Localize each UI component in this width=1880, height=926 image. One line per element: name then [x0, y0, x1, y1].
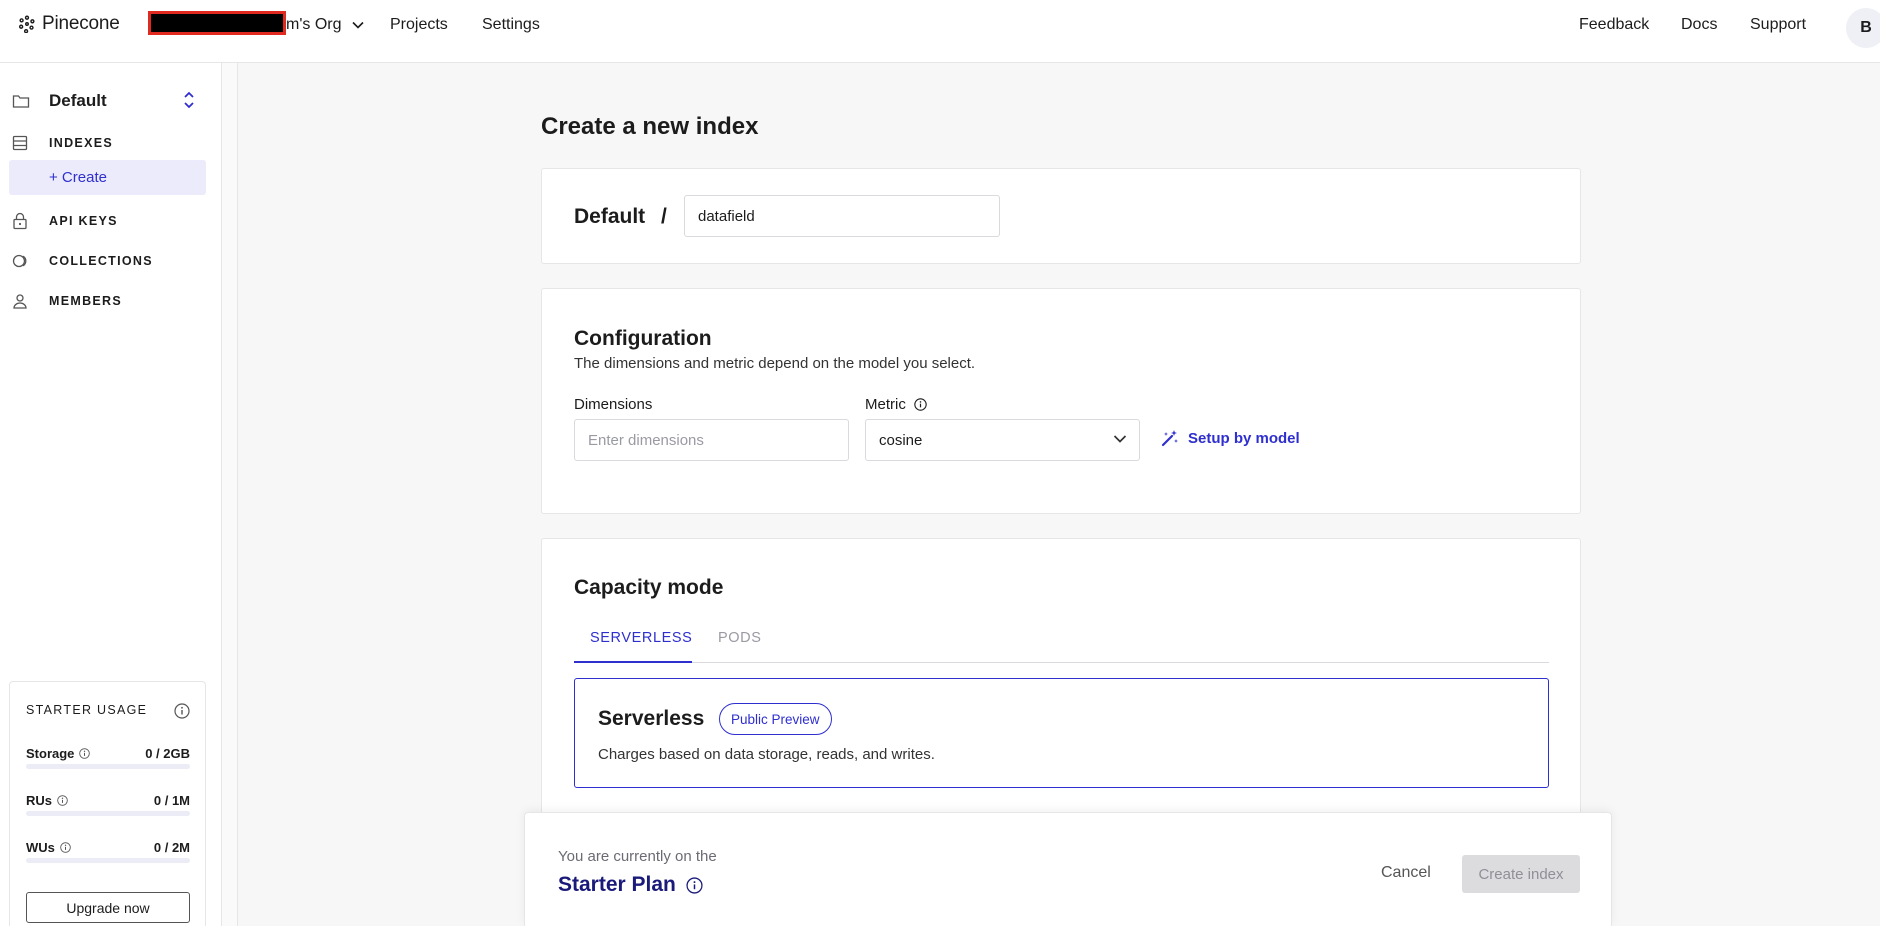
sidebar: Default INDEXES + Create API KEYS COLLEC…	[0, 63, 222, 926]
org-name: m's Org	[286, 16, 342, 33]
create-index-button[interactable]: Create index	[1462, 855, 1580, 893]
usage-value: 0 / 2M	[153, 840, 190, 855]
nav-feedback[interactable]: Feedback	[1579, 16, 1649, 34]
nav-projects[interactable]: Projects	[390, 16, 448, 34]
tab-serverless[interactable]: SERVERLESS	[590, 630, 692, 646]
dimensions-label: Dimensions	[574, 396, 652, 413]
usage-bar	[26, 811, 190, 816]
breadcrumb-project: Default	[574, 205, 646, 228]
info-icon[interactable]	[57, 795, 68, 806]
sidebar-item-label: + Create	[49, 169, 107, 186]
pinecone-logo-icon	[18, 15, 35, 33]
sidebar-item-label: INDEXES	[49, 136, 113, 150]
info-icon[interactable]	[914, 398, 927, 411]
redacted-org-name	[148, 11, 286, 35]
metric-label: Metric	[865, 396, 927, 413]
configuration-title: Configuration	[574, 327, 712, 350]
folder-icon	[12, 95, 30, 108]
sidebar-item-members[interactable]: MEMBERS	[12, 289, 212, 313]
usage-bar	[26, 858, 190, 863]
sidebar-item-collections[interactable]: COLLECTIONS	[12, 249, 212, 273]
usage-value: 0 / 1M	[153, 793, 190, 808]
info-icon[interactable]	[79, 748, 91, 759]
setup-by-model-button[interactable]: Setup by model	[1160, 428, 1300, 448]
usage-name: WUs	[26, 840, 71, 855]
index-name-card: Default /	[541, 168, 1581, 264]
usage-name-text: Storage	[26, 746, 75, 761]
sidebar-item-indexes[interactable]: INDEXES	[12, 131, 212, 155]
capacity-title: Capacity mode	[574, 576, 724, 599]
lock-icon	[13, 212, 27, 230]
project-selector[interactable]: Default	[12, 89, 202, 113]
dimensions-input[interactable]	[574, 419, 849, 461]
top-navbar: Pinecone m's Org Projects Settings Feedb…	[0, 0, 1880, 63]
usage-name: Storage	[26, 746, 91, 761]
brand-name: Pinecone	[42, 13, 120, 34]
metric-label-text: Metric	[865, 396, 906, 413]
usage-name-text: RUs	[26, 793, 53, 808]
metric-value: cosine	[879, 432, 923, 449]
table-icon	[12, 135, 28, 151]
pinecone-logo[interactable]: Pinecone	[18, 13, 120, 35]
info-icon[interactable]	[60, 842, 71, 853]
info-icon[interactable]	[174, 703, 190, 719]
configuration-card: Configuration The dimensions and metric …	[541, 288, 1581, 514]
current-plan-note: You are currently on the	[558, 848, 717, 865]
serverless-title: Serverless	[598, 707, 705, 730]
metric-select[interactable]: cosine	[865, 419, 1140, 461]
usage-value: 0 / 2GB	[145, 746, 190, 761]
capacity-tabs: SERVERLESS PODS	[574, 623, 1549, 663]
person-icon	[13, 294, 27, 309]
serverless-description: Charges based on data storage, reads, an…	[598, 746, 935, 763]
sidebar-item-api-keys[interactable]: API KEYS	[12, 209, 212, 233]
page-title: Create a new index	[541, 113, 759, 140]
configuration-description: The dimensions and metric depend on the …	[574, 355, 976, 372]
cancel-button[interactable]: Cancel	[1381, 864, 1431, 882]
chevron-down-icon	[351, 21, 364, 29]
avatar-initial: B	[1860, 19, 1872, 36]
sidebar-item-label: COLLECTIONS	[49, 254, 153, 268]
serverless-option[interactable]: Serverless Public Preview Charges based …	[574, 678, 1549, 788]
avatar[interactable]: B	[1846, 8, 1880, 48]
usage-name-text: WUs	[26, 840, 55, 855]
breadcrumb-separator: /	[661, 205, 667, 228]
sidebar-item-label: API KEYS	[49, 214, 118, 228]
nav-settings[interactable]: Settings	[482, 16, 540, 34]
setup-by-model-label: Setup by model	[1188, 429, 1300, 447]
usage-name: RUs	[26, 793, 68, 808]
public-preview-badge: Public Preview	[719, 703, 832, 735]
usage-bar	[26, 764, 190, 769]
sidebar-gutter	[222, 63, 238, 926]
chevron-down-icon	[1113, 435, 1127, 443]
nav-docs[interactable]: Docs	[1681, 16, 1717, 34]
nav-support[interactable]: Support	[1750, 16, 1806, 34]
starter-usage-panel: STARTER USAGE Storage 0 / 2GB RUs 0 / 1M…	[9, 681, 206, 926]
upgrade-now-button[interactable]: Upgrade now	[26, 892, 190, 923]
chevron-updown-icon	[184, 91, 194, 109]
capacity-card: Capacity mode SERVERLESS PODS Serverless…	[541, 538, 1581, 828]
current-plan: Starter Plan	[558, 873, 703, 897]
usage-title: STARTER USAGE	[26, 703, 148, 717]
active-tab-indicator	[574, 661, 692, 663]
org-selector[interactable]: m's Org	[286, 16, 364, 34]
create-index-footer: You are currently on the Starter Plan Ca…	[524, 812, 1612, 926]
index-name-input[interactable]	[684, 195, 1000, 237]
info-icon[interactable]	[686, 876, 703, 894]
plan-name: Starter Plan	[558, 873, 676, 896]
magic-wand-icon	[1161, 430, 1178, 447]
sidebar-item-label: MEMBERS	[49, 294, 122, 308]
project-name: Default	[49, 91, 107, 110]
collections-icon	[12, 254, 27, 268]
tab-pods[interactable]: PODS	[718, 630, 762, 646]
dimensions-label-text: Dimensions	[574, 396, 653, 413]
sidebar-item-create[interactable]: + Create	[9, 160, 206, 195]
